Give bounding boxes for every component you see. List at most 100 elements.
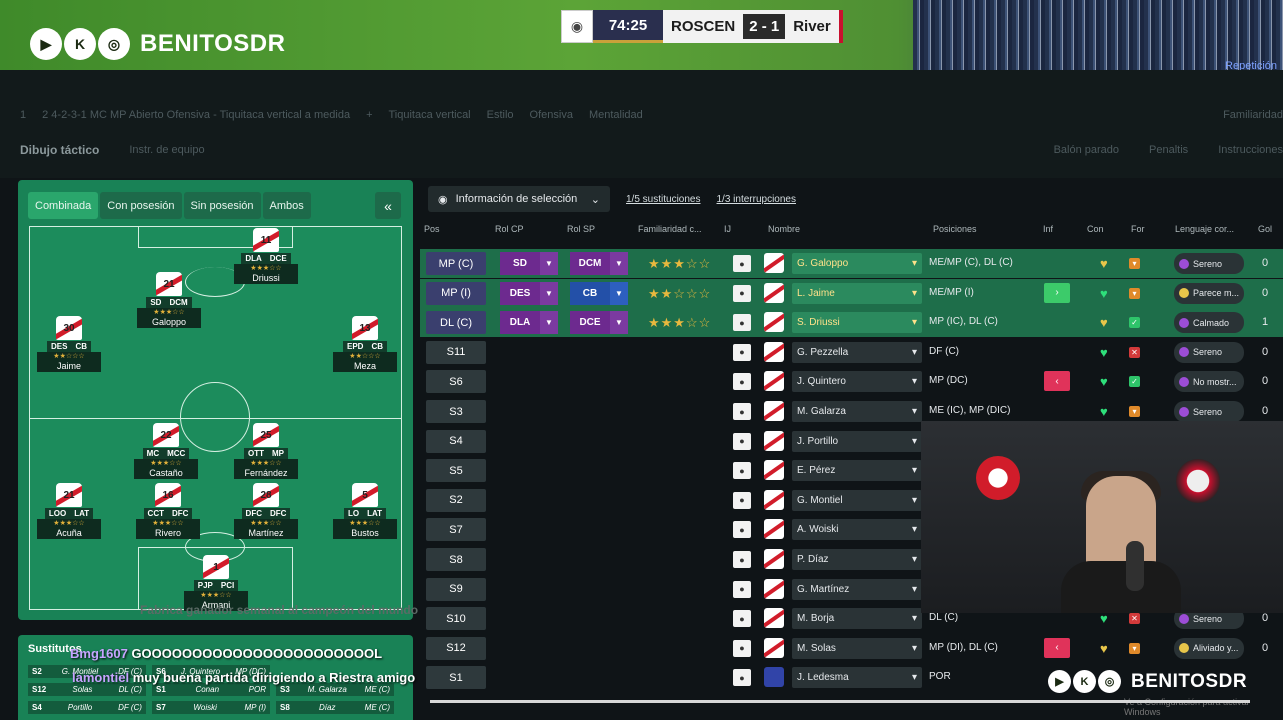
player-select[interactable]: J. Ledesma ▾ <box>792 667 922 689</box>
position-button[interactable]: S7 <box>426 518 486 542</box>
position-button[interactable]: S3 <box>426 400 486 423</box>
player-profile-icon[interactable]: ● <box>733 551 751 568</box>
col-pos[interactable]: Pos <box>424 224 440 234</box>
position-button[interactable]: MP (C) <box>426 252 486 275</box>
col-for[interactable]: For <box>1131 224 1145 234</box>
instructions-button[interactable]: Instrucciones <box>1218 144 1283 156</box>
tab-combined[interactable]: Combinada <box>28 192 99 219</box>
interruptions-counter[interactable]: 1/3 interrupciones <box>717 194 797 205</box>
position-button[interactable]: S1 <box>426 666 486 690</box>
penalties-button[interactable]: Penaltis <box>1149 144 1188 156</box>
player-select[interactable]: G. Pezzella ▾ <box>792 341 922 363</box>
player-profile-icon[interactable]: ● <box>733 314 751 332</box>
col-con[interactable]: Con <box>1087 224 1104 234</box>
pitch-player[interactable]: 21 SD DCM ★★★☆☆ Galoppo <box>136 272 202 328</box>
role-cp-select[interactable]: DES ▼ <box>500 281 558 305</box>
col-role-cp[interactable]: Rol CP <box>495 224 524 234</box>
tab-team-instructions[interactable]: Instr. de equipo <box>129 144 204 156</box>
player-select[interactable]: E. Pérez ▾ <box>792 460 922 482</box>
mentality-select[interactable]: Ofensiva <box>530 109 573 121</box>
role-cp-select[interactable]: SD ▼ <box>500 252 558 275</box>
col-language[interactable]: Lenguaje cor... <box>1175 224 1234 234</box>
player-profile-icon[interactable]: ● <box>733 462 751 480</box>
player-select[interactable]: G. Montiel ▾ <box>792 489 922 511</box>
player-select[interactable]: M. Solas ▾ <box>792 637 922 659</box>
player-select[interactable]: J. Portillo ▾ <box>792 430 922 452</box>
position-button[interactable]: S12 <box>426 636 486 660</box>
formation-number[interactable]: 1 <box>20 109 26 121</box>
position-button[interactable]: S9 <box>426 577 486 601</box>
player-select[interactable]: A. Woiski ▾ <box>792 519 922 541</box>
set-pieces-button[interactable]: Balón parado <box>1054 144 1119 156</box>
pitch-player[interactable]: 30 DES CB ★★☆☆☆ Jaime <box>36 316 102 372</box>
tab-out-of-possession[interactable]: Sin posesión <box>183 192 261 219</box>
pitch-player[interactable]: 25 OTT MP ★★★☆☆ Fernández <box>233 423 299 479</box>
player-profile-icon[interactable]: ● <box>733 580 751 598</box>
col-name[interactable]: Nombre <box>768 224 800 234</box>
position-button[interactable]: S11 <box>426 340 486 364</box>
player-profile-icon[interactable]: ● <box>733 521 751 539</box>
col-role-sp[interactable]: Rol SP <box>567 224 595 234</box>
formation-select[interactable]: 2 4-2-3-1 MC MP Abierto Ofensiva - Tiqui… <box>42 109 350 121</box>
player-profile-icon[interactable]: ● <box>733 343 751 361</box>
position-button[interactable]: S8 <box>426 548 486 571</box>
player-select[interactable]: P. Díaz ▾ <box>792 549 922 570</box>
table-row[interactable]: S11 ● G. Pezzella ▾ DF (C) ♥ ✕ Sereno 0 <box>420 338 1283 367</box>
influence-button[interactable]: ‹ <box>1044 371 1070 392</box>
tab-in-possession[interactable]: Con posesión <box>100 192 182 219</box>
table-row[interactable]: S12 ● M. Solas ▾ MP (DI), DL (C) ‹ ♥ ▾ Aliviado … <box>420 634 1283 663</box>
collapse-panel-button[interactable]: « <box>375 192 401 219</box>
player-profile-icon[interactable]: ● <box>733 432 751 450</box>
player-select[interactable]: J. Quintero ▾ <box>792 371 922 393</box>
position-button[interactable]: DL (C) <box>426 311 486 335</box>
role-sp-select[interactable]: CB ▼ <box>570 281 628 305</box>
tab-tactical-drawing[interactable]: Dibujo táctico <box>20 143 99 157</box>
position-button[interactable]: S10 <box>426 607 486 631</box>
col-positions[interactable]: Posiciones <box>933 224 977 234</box>
col-ij[interactable]: IJ <box>724 224 731 234</box>
position-button[interactable]: S6 <box>426 370 486 394</box>
pitch-player[interactable]: 5 LO LAT ★★★☆☆ Bustos <box>332 483 398 539</box>
influence-button[interactable]: ‹ <box>1044 637 1070 658</box>
player-profile-icon[interactable]: ● <box>733 255 751 272</box>
pitch-player[interactable]: 16 CCT DFC ★★★☆☆ Rivero <box>135 483 201 539</box>
col-goals[interactable]: Gol <box>1258 224 1272 234</box>
pitch-player[interactable]: 28 DFC DFC ★★★☆☆ Martínez <box>233 483 299 539</box>
player-select[interactable]: G. Martínez ▾ <box>792 578 922 600</box>
player-profile-icon[interactable]: ● <box>733 639 751 657</box>
table-row[interactable]: MP (C) SD ▼ DCM ▼ ★★★☆☆ ● G. Galoppo ▾ ME/MP (C),… <box>420 249 1283 278</box>
role-sp-select[interactable]: DCE ▼ <box>570 311 628 335</box>
player-select[interactable]: M. Borja ▾ <box>792 608 922 630</box>
table-row[interactable]: MP (I) DES ▼ CB ▼ ★★☆☆☆ ● L. Jaime ▾ ME/MP (I) › ♥ ▾… <box>420 278 1283 308</box>
sub-player[interactable]: S7 Woiski MP (I) <box>152 701 270 714</box>
player-select[interactable]: S. Driussi ▾ <box>792 312 922 334</box>
selection-info-dropdown[interactable]: ◉ Información de selección ⌄ <box>428 186 610 212</box>
style-select[interactable]: Tiquitaca vertical <box>389 109 471 121</box>
role-sp-select[interactable]: DCM ▼ <box>570 252 628 275</box>
pitch-player[interactable]: 21 LOO LAT ★★★☆☆ Acuña <box>36 483 102 539</box>
player-profile-icon[interactable]: ● <box>733 284 751 302</box>
table-row[interactable]: S6 ● J. Quintero ▾ MP (DC) ‹ ♥ ✓ No mostr... 0 <box>420 367 1283 396</box>
substitutions-counter[interactable]: 1/5 sustituciones <box>626 194 701 205</box>
table-row[interactable]: DL (C) DLA ▼ DCE ▼ ★★★☆☆ ● S. Driussi ▾ MP (IC), … <box>420 308 1283 338</box>
role-cp-select[interactable]: DLA ▼ <box>500 311 558 335</box>
player-profile-icon[interactable]: ● <box>733 610 751 628</box>
col-familiarity[interactable]: Familiaridad c... <box>638 224 702 234</box>
tab-both[interactable]: Ambos <box>262 192 311 219</box>
player-select[interactable]: L. Jaime ▾ <box>792 282 922 304</box>
pitch-player[interactable]: 13 EPD CB ★★☆☆☆ Meza <box>332 316 398 372</box>
pitch-player[interactable]: 22 MC MCC ★★★☆☆ Castaño <box>133 423 199 479</box>
position-button[interactable]: S4 <box>426 429 486 453</box>
player-profile-icon[interactable]: ● <box>733 491 751 509</box>
sub-player[interactable]: S4 Portillo DF (C) <box>28 701 146 714</box>
player-select[interactable]: M. Galarza ▾ <box>792 401 922 422</box>
add-icon[interactable]: + <box>366 109 372 121</box>
player-profile-icon[interactable]: ● <box>733 669 751 687</box>
pitch-player[interactable]: 11 DLA DCE ★★★☆☆ Driussi <box>233 228 299 284</box>
player-profile-icon[interactable]: ● <box>733 403 751 420</box>
position-button[interactable]: S5 <box>426 459 486 483</box>
player-select[interactable]: G. Galoppo ▾ <box>792 253 922 274</box>
influence-button[interactable]: › <box>1044 282 1070 303</box>
position-button[interactable]: S2 <box>426 488 486 512</box>
player-profile-icon[interactable]: ● <box>733 373 751 391</box>
